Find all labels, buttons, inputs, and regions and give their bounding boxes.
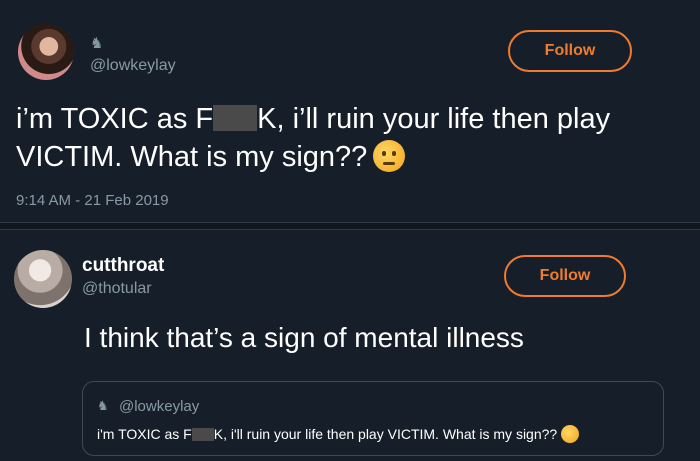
- redaction-box: [191, 428, 214, 441]
- original-tweet-card: ♞ @lowkeylay Follow i’m TOXIC as F K, i’l…: [0, 0, 700, 222]
- user-handle[interactable]: @thotular: [82, 280, 152, 298]
- avatar[interactable]: [14, 250, 72, 308]
- thinking-face-icon: [561, 425, 580, 443]
- follow-button[interactable]: Follow: [504, 255, 626, 297]
- display-name[interactable]: cutthroat: [82, 255, 164, 277]
- user-handle[interactable]: @lowkeylay: [90, 57, 176, 75]
- follow-button[interactable]: Follow: [508, 30, 632, 72]
- agent-icon: ♞: [90, 35, 104, 52]
- avatar[interactable]: [18, 24, 74, 80]
- quoted-text: i'm TOXIC as F K, i'll ruin your life the…: [97, 425, 580, 443]
- quoted-tweet[interactable]: ♞ @lowkeylay i'm TOXIC as F K, i'll ruin …: [82, 381, 664, 456]
- tweet-text: i’m TOXIC as F K, i’ll ruin your life the…: [16, 103, 611, 173]
- agent-icon: ♞: [97, 398, 109, 413]
- thinking-face-icon: [373, 140, 406, 172]
- divider: [0, 222, 700, 230]
- quoted-handle: @lowkeylay: [119, 398, 200, 415]
- reply-text: I think that’s a sign of mental illness: [84, 322, 524, 353]
- redaction-box: [213, 105, 258, 131]
- tweet-timestamp[interactable]: 9:14 AM - 21 Feb 2019: [16, 192, 169, 209]
